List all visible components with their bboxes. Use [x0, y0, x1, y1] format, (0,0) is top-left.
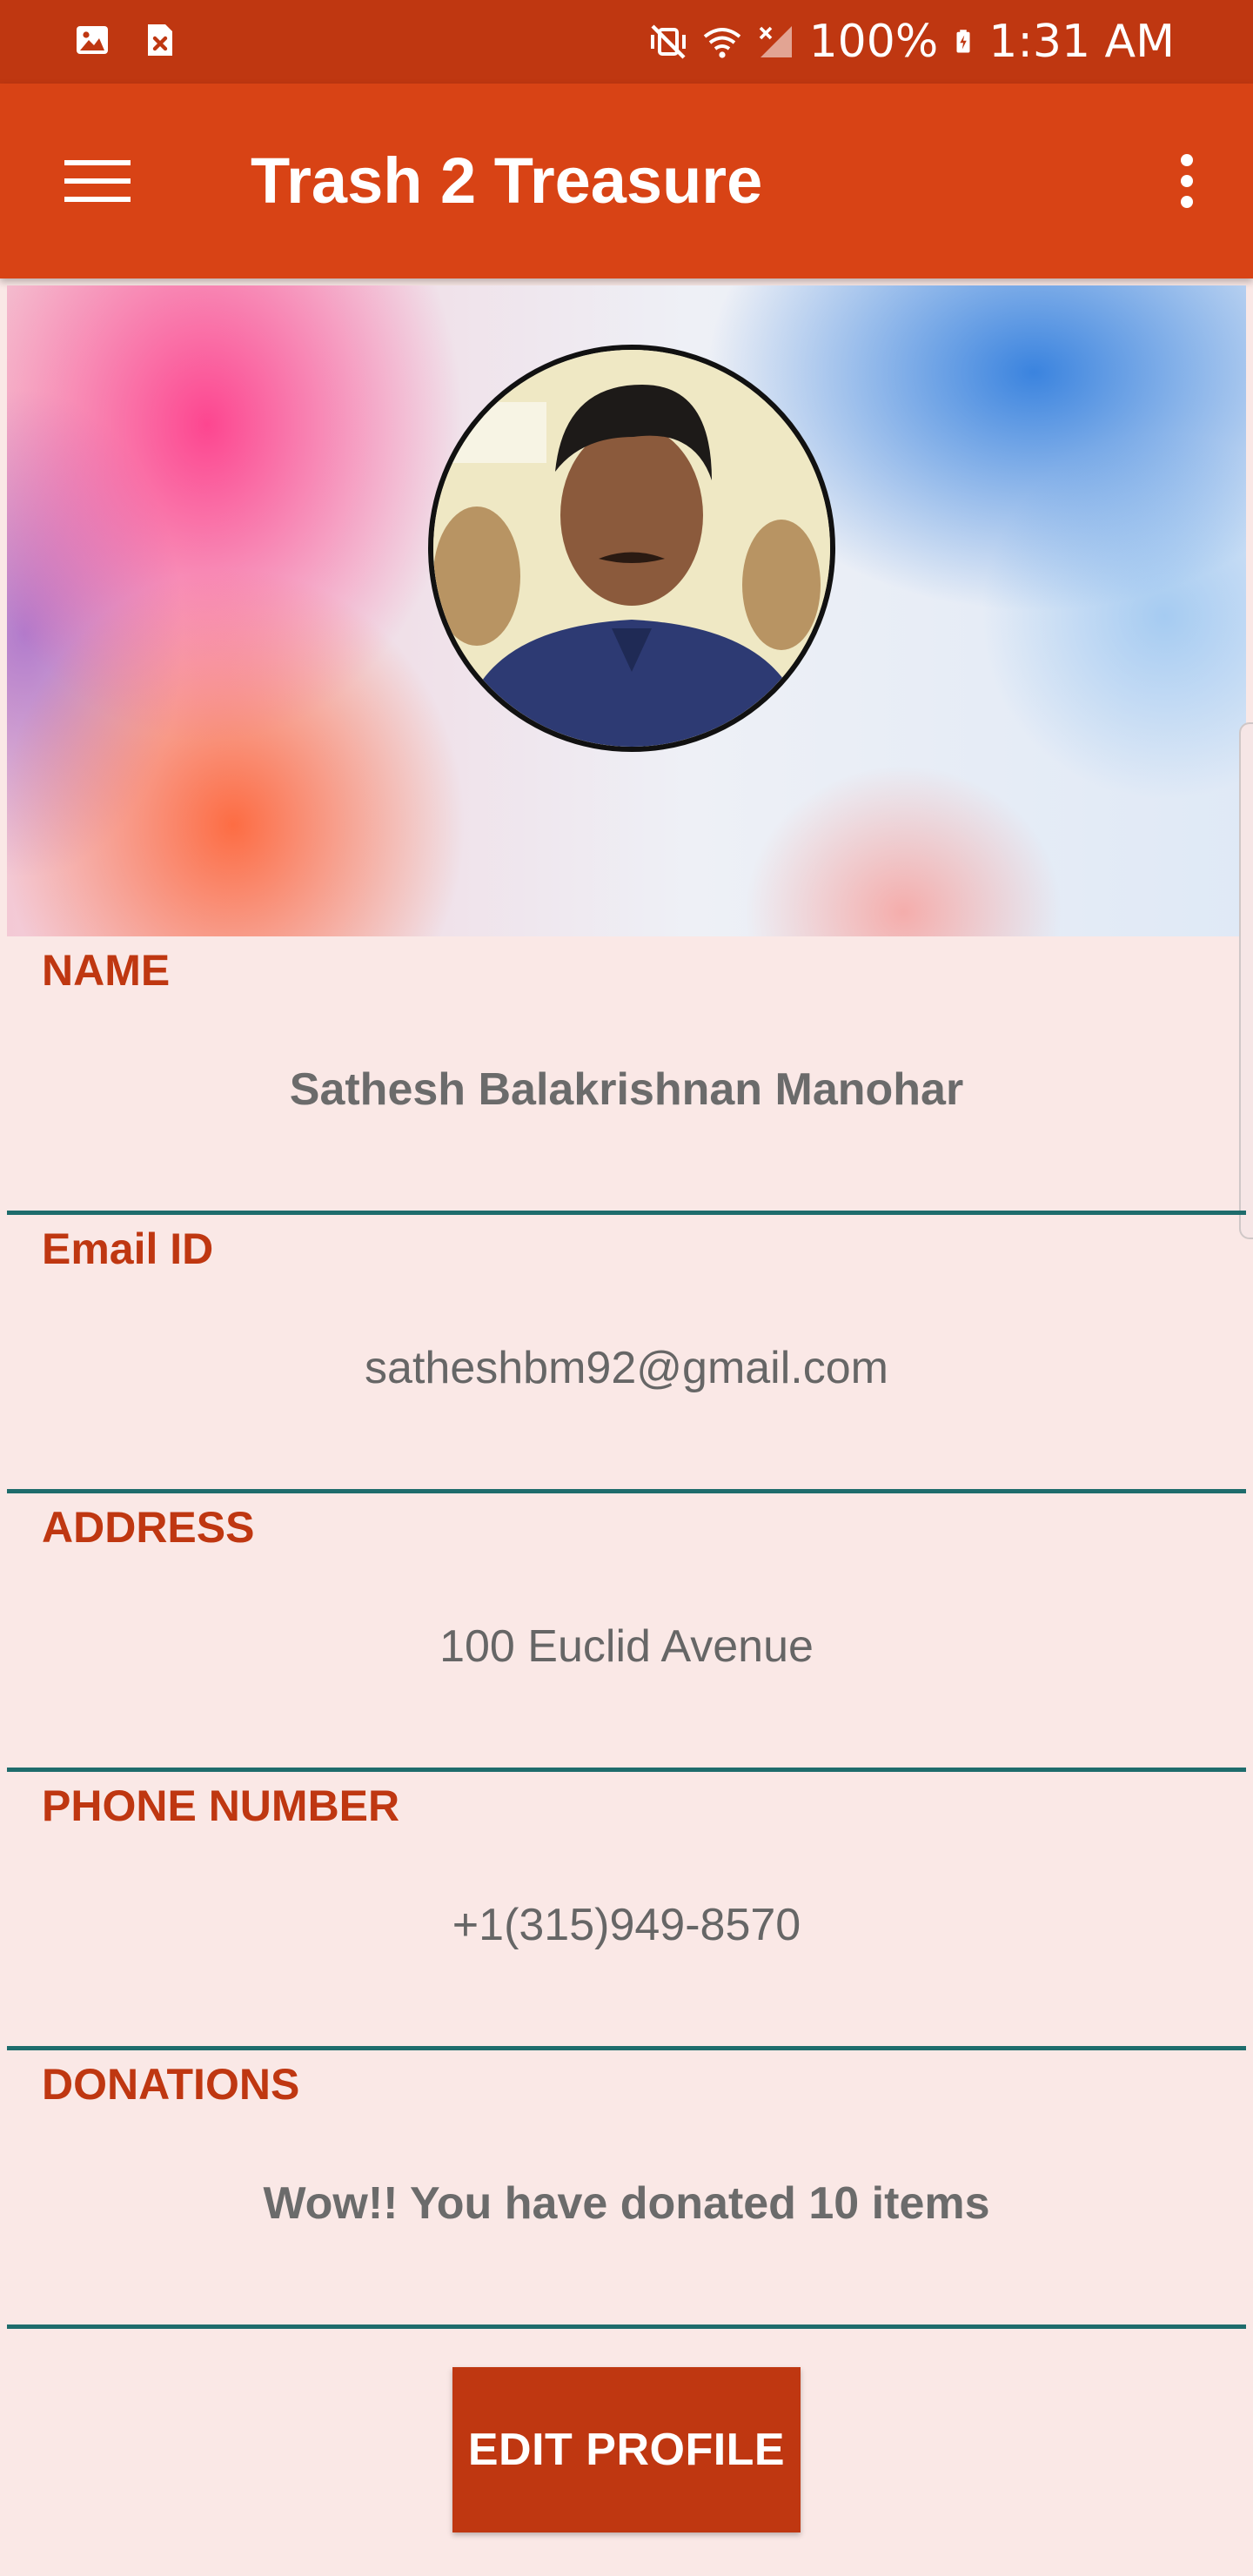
close-box-icon [148, 24, 172, 56]
no-signal-icon [759, 26, 792, 57]
menu-button[interactable] [56, 144, 139, 218]
donations-section: DONATIONS Wow!! You have donated 10 item… [7, 2059, 1246, 2338]
profile-avatar [428, 345, 835, 752]
profile-header-banner [7, 285, 1246, 936]
section-divider [7, 1768, 1246, 1772]
name-section: NAME Sathesh Balakrishnan Manohar [7, 945, 1246, 1224]
name-label: NAME [42, 946, 171, 995]
address-section: ADDRESS 100 Euclid Avenue [7, 1502, 1246, 1781]
section-divider [7, 2046, 1246, 2050]
phone-value: +1(315)949-8570 [452, 1900, 801, 1950]
more-vertical-icon [1181, 154, 1193, 208]
clock: 1:31 AM [988, 16, 1175, 68]
donations-label: DONATIONS [42, 2060, 300, 2109]
section-divider [7, 2324, 1246, 2329]
name-value: Sathesh Balakrishnan Manohar [289, 1064, 964, 1115]
phone-label: PHONE NUMBER [42, 1781, 400, 1830]
phone-section: PHONE NUMBER +1(315)949-8570 [7, 1781, 1246, 2059]
email-value: satheshbm92@gmail.com [365, 1343, 888, 1393]
overflow-menu-button[interactable] [1156, 144, 1218, 218]
battery-charging-icon [956, 30, 970, 53]
status-bar: 100% 1:31 AM [0, 0, 1253, 84]
donations-value: Wow!! You have donated 10 items [263, 2178, 990, 2229]
email-label: Email ID [42, 1224, 214, 1273]
hamburger-menu-icon [64, 160, 131, 202]
address-label: ADDRESS [42, 1503, 255, 1552]
email-section: Email ID satheshbm92@gmail.com [7, 1224, 1246, 1502]
wifi-icon [703, 28, 740, 58]
address-value: 100 Euclid Avenue [439, 1621, 814, 1672]
section-divider [7, 1489, 1246, 1493]
gallery-icon [77, 26, 108, 54]
section-divider [7, 1211, 1246, 1215]
battery-percent: 100% [808, 16, 939, 68]
mute-vibrate-icon [650, 24, 686, 59]
app-title: Trash 2 Treasure [251, 144, 763, 217]
edit-profile-button[interactable]: EDIT PROFILE [452, 2367, 801, 2532]
profile-photo [433, 350, 830, 747]
app-bar: Trash 2 Treasure [0, 84, 1253, 278]
